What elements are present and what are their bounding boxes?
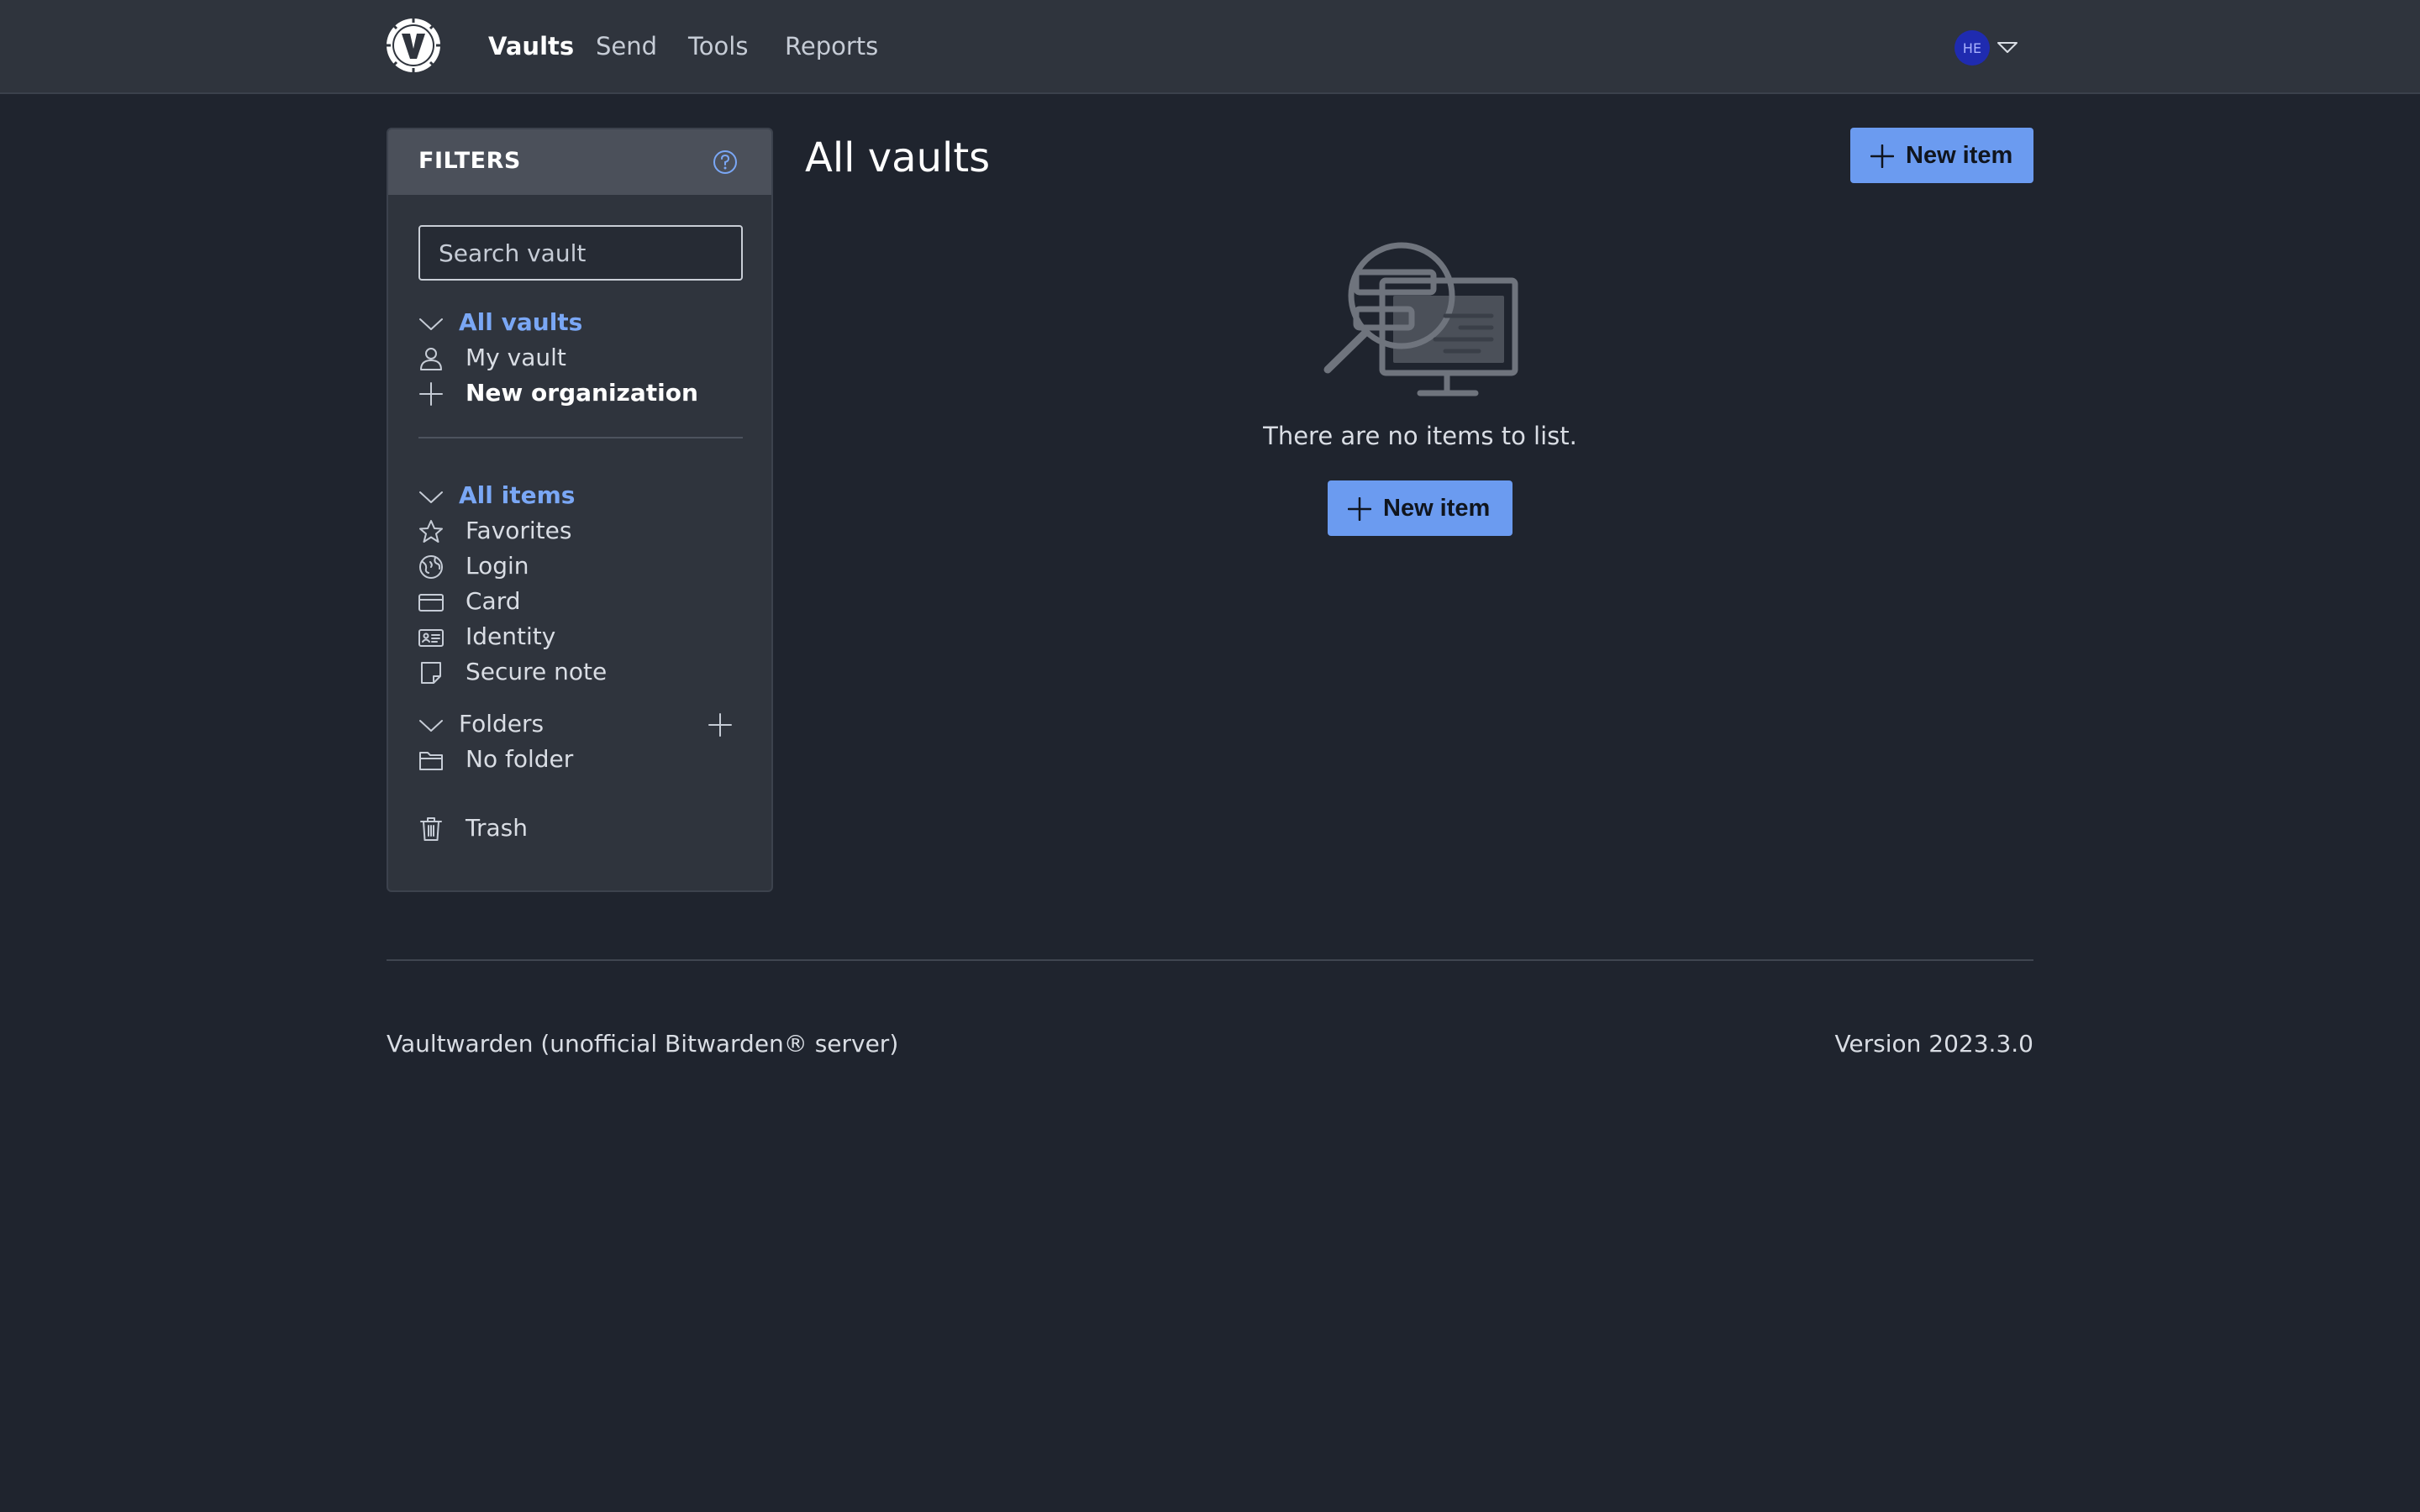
chevron-down-icon bbox=[419, 720, 443, 732]
page-title: All vaults bbox=[805, 134, 991, 181]
nav-reports[interactable]: Reports bbox=[785, 29, 878, 64]
chevron-down-icon bbox=[419, 318, 443, 330]
nav-vaults[interactable]: Vaults bbox=[488, 29, 574, 64]
plus-icon bbox=[419, 382, 443, 406]
filter-login-label: Login bbox=[466, 552, 529, 580]
new-item-empty-button-label: New item bbox=[1383, 495, 1491, 522]
question-circle-icon[interactable] bbox=[711, 148, 739, 176]
filter-new-organization-label: New organization bbox=[466, 379, 698, 407]
footer-divider bbox=[387, 959, 2033, 961]
folder-icon bbox=[419, 752, 443, 770]
add-folder-plus-icon[interactable] bbox=[708, 712, 733, 738]
star-icon bbox=[419, 520, 443, 543]
credit-card-icon bbox=[418, 594, 444, 612]
filter-identity-label: Identity bbox=[466, 622, 556, 650]
id-card-icon bbox=[418, 629, 444, 647]
filter-my-vault-label: My vault bbox=[466, 344, 566, 371]
filters-title: FILTERS bbox=[418, 148, 521, 174]
chevron-down-icon[interactable] bbox=[1996, 40, 2018, 55]
filter-trash-label: Trash bbox=[466, 814, 528, 842]
nav-send[interactable]: Send bbox=[596, 29, 657, 64]
filters-panel: FILTERS All vaults My vault New organiza… bbox=[387, 128, 773, 892]
vaultwarden-logo-icon[interactable] bbox=[385, 17, 442, 74]
filters-header: FILTERS bbox=[388, 129, 771, 195]
new-item-button-label: New item bbox=[1906, 142, 2013, 169]
footer-brand: Vaultwarden (unofficial Bitwarden® serve… bbox=[387, 1030, 899, 1058]
filter-card-label: Card bbox=[466, 587, 521, 615]
sticky-note-icon bbox=[421, 662, 441, 684]
no-items-illustration bbox=[1323, 242, 1518, 396]
filter-secure-note-label: Secure note bbox=[466, 658, 608, 685]
user-icon bbox=[420, 348, 442, 370]
filter-folders-label: Folders bbox=[459, 710, 544, 738]
avatar[interactable]: HE bbox=[1954, 30, 1990, 66]
search-input[interactable] bbox=[418, 225, 743, 281]
globe-icon bbox=[419, 555, 443, 579]
empty-message: There are no items to list. bbox=[1263, 422, 1577, 450]
top-navbar: Vaults Send Tools Reports HE bbox=[0, 0, 2420, 94]
footer-version: Version 2023.3.0 bbox=[1834, 1030, 2033, 1058]
filters-divider bbox=[418, 437, 743, 438]
filter-no-folder-label: No folder bbox=[466, 745, 574, 773]
trash-icon bbox=[420, 817, 442, 841]
new-item-empty-button[interactable]: New item bbox=[1328, 480, 1512, 536]
plus-icon bbox=[1870, 144, 1894, 168]
new-item-button[interactable]: New item bbox=[1850, 128, 2033, 183]
chevron-down-icon bbox=[419, 491, 443, 503]
plus-icon bbox=[1348, 497, 1371, 521]
nav-tools[interactable]: Tools bbox=[688, 29, 748, 64]
filter-all-items-label: All items bbox=[459, 481, 576, 509]
filter-all-vaults-label: All vaults bbox=[459, 308, 583, 336]
filter-favorites-label: Favorites bbox=[466, 517, 572, 544]
